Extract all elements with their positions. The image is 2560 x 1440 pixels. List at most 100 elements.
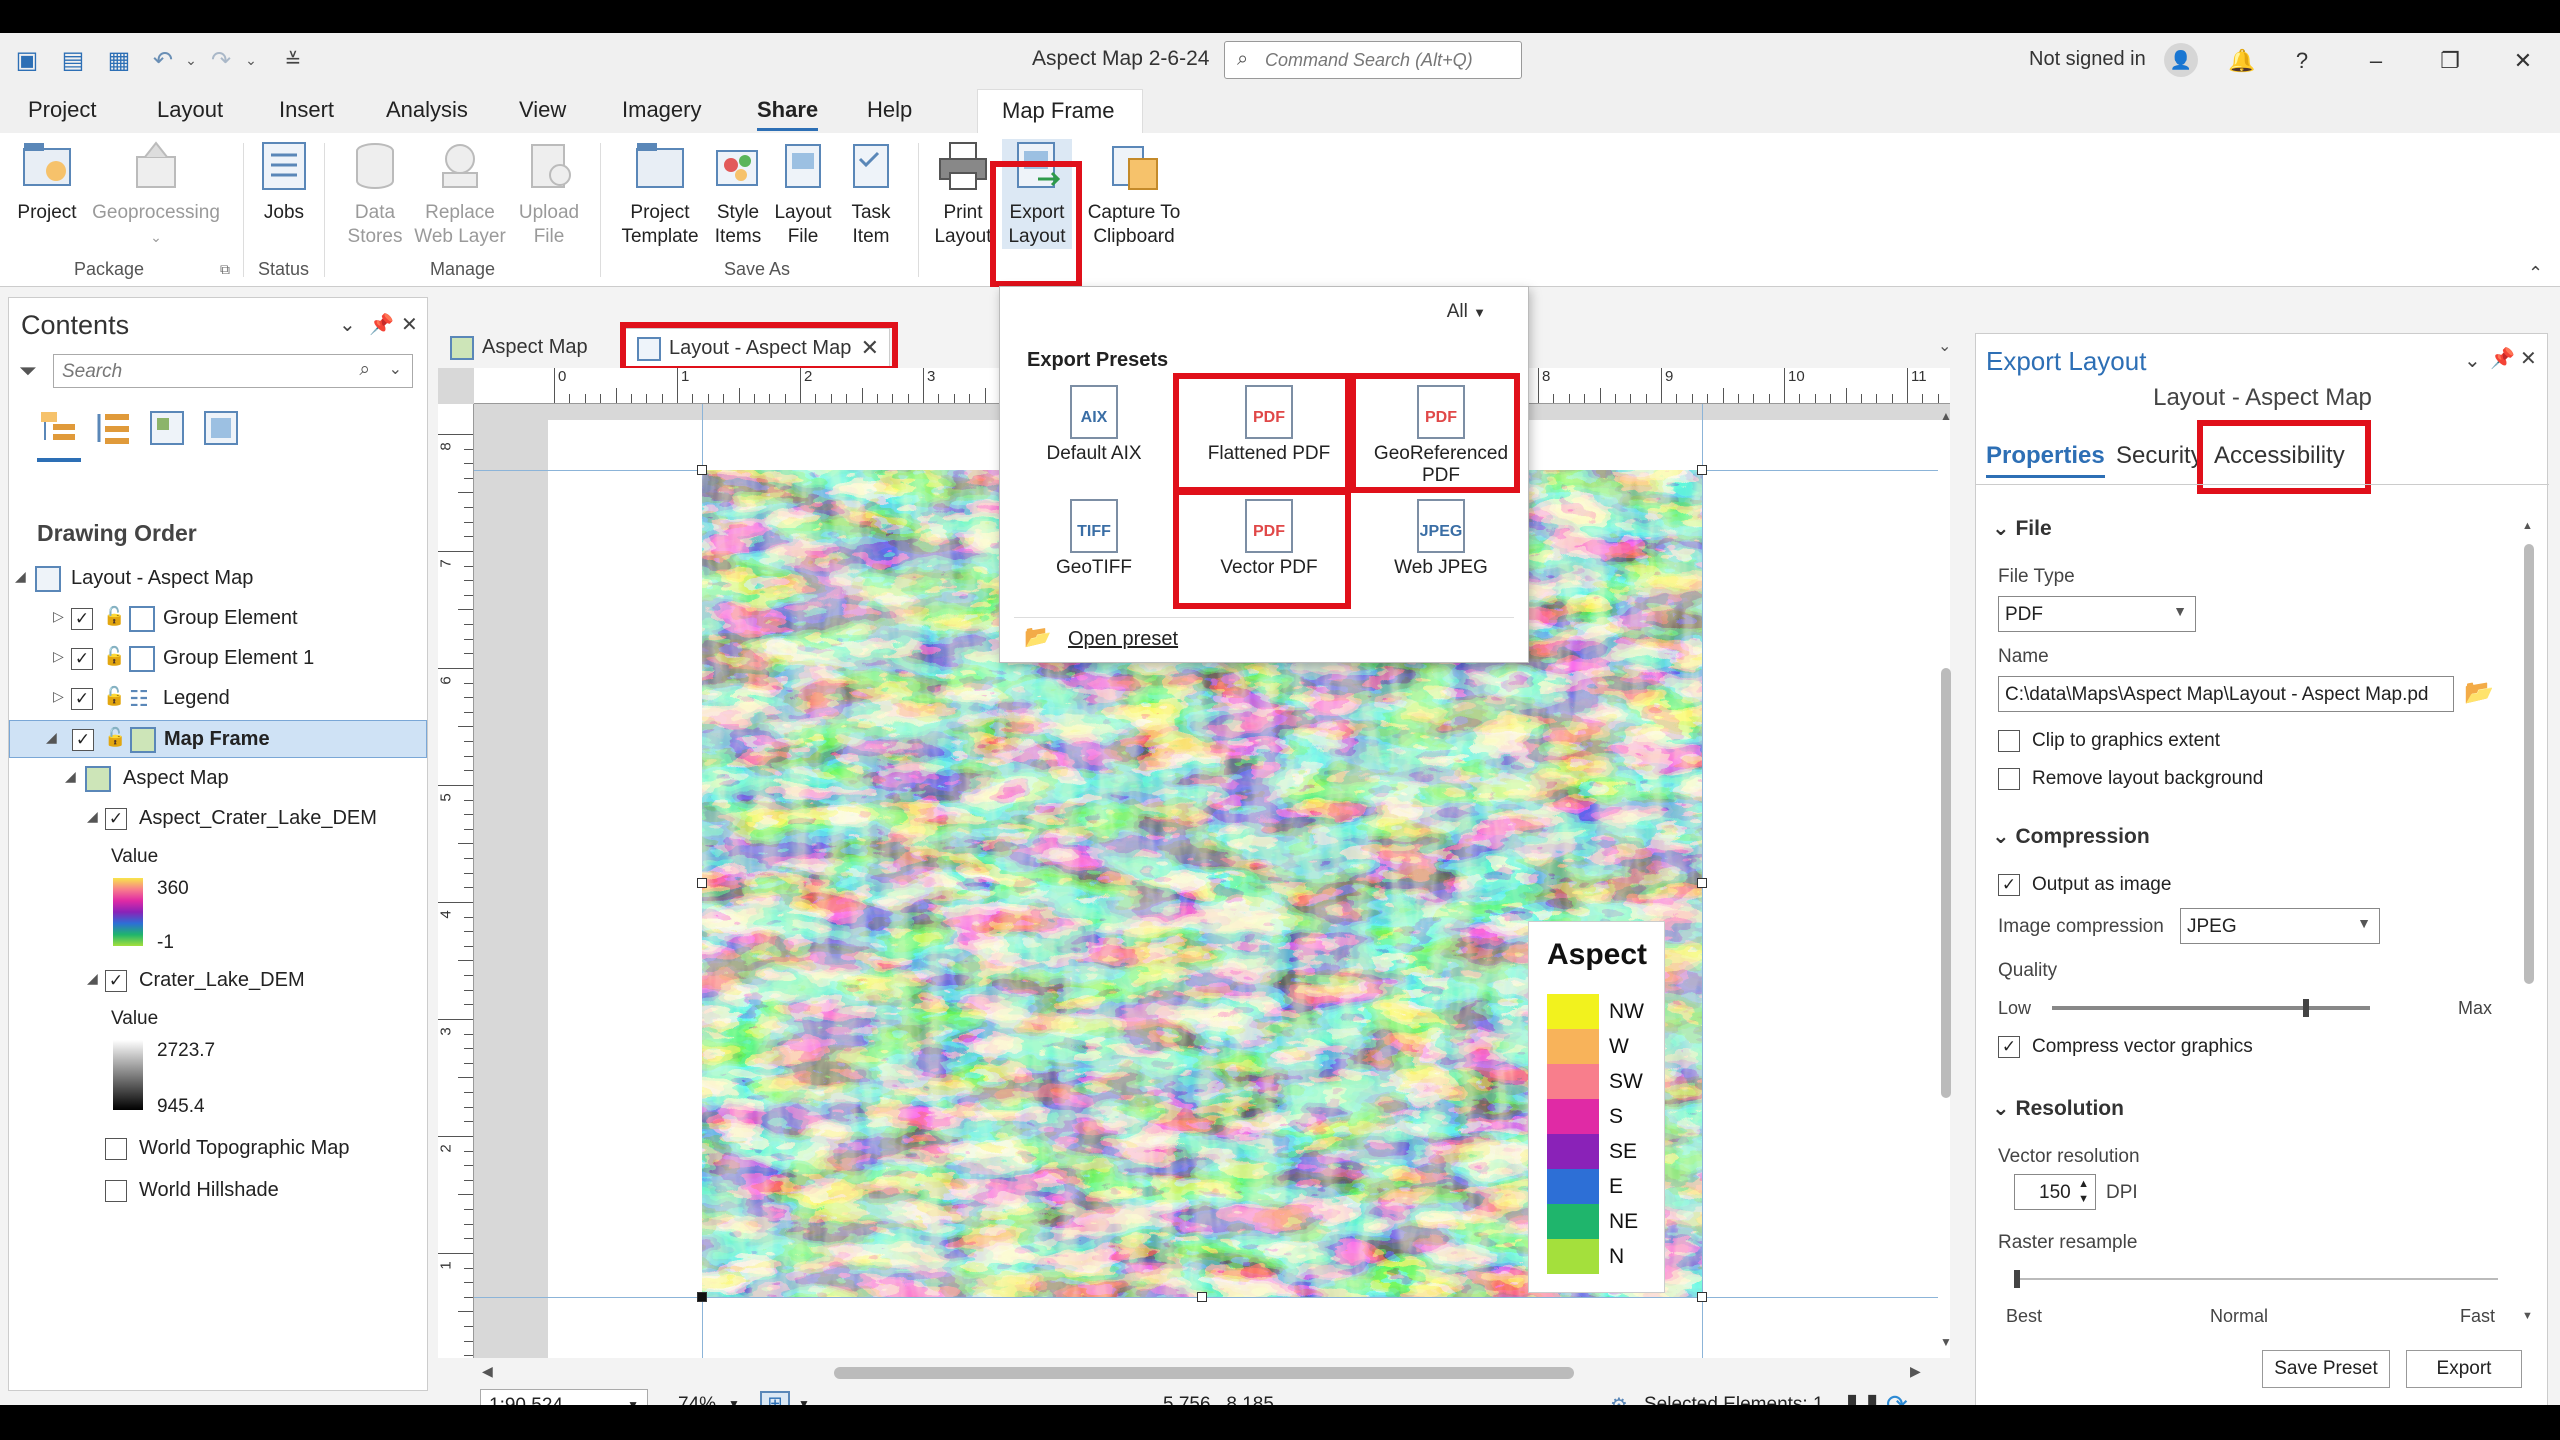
zoom-dropdown-icon[interactable]: ▼ xyxy=(728,1397,740,1405)
tab-security[interactable]: Security xyxy=(2116,442,2203,470)
new-project-icon[interactable]: ▣ xyxy=(12,45,42,75)
upload-file-button[interactable]: Upload File xyxy=(506,139,592,249)
scroll-up-icon[interactable]: ▲ xyxy=(1940,409,1952,423)
resize-handle[interactable] xyxy=(1697,465,1707,475)
pane-options-icon[interactable]: ⌄ xyxy=(339,312,356,337)
preset-default-aix[interactable]: AIX Default AIX xyxy=(1009,385,1179,465)
expand-icon[interactable]: ▷ xyxy=(53,608,64,625)
preset-filter[interactable]: All ▼ xyxy=(1447,301,1486,323)
refresh-icon[interactable]: ⟳ xyxy=(1886,1389,1908,1405)
collapse-icon[interactable]: ◢ xyxy=(15,568,26,585)
collapse-icon[interactable]: ◢ xyxy=(65,768,76,785)
tab-imagery[interactable]: Imagery xyxy=(622,97,701,123)
quality-slider[interactable] xyxy=(2052,1006,2370,1010)
style-items-button[interactable]: Style Items xyxy=(708,139,768,249)
visibility-checkbox[interactable] xyxy=(105,1138,127,1160)
search-options-icon[interactable]: ⌄ xyxy=(389,359,402,379)
redo-dropdown-icon[interactable]: ⌄ xyxy=(236,45,266,75)
visibility-checkbox[interactable]: ✓ xyxy=(71,648,93,670)
task-item-button[interactable]: Task Item xyxy=(840,139,902,249)
undo-dropdown-icon[interactable]: ⌄ xyxy=(176,45,206,75)
redo-icon[interactable]: ↷ xyxy=(206,45,236,75)
tab-overflow-icon[interactable]: ⌄ xyxy=(1938,336,1951,356)
tree-item-aspect-layer[interactable]: ◢ ✓ Aspect_Crater_Lake_DEM xyxy=(9,800,427,838)
visibility-checkbox[interactable]: ✓ xyxy=(105,970,127,992)
list-by-drawing-order-icon[interactable] xyxy=(39,408,79,448)
quality-slider-thumb[interactable] xyxy=(2303,999,2310,1017)
collapse-icon[interactable]: ◢ xyxy=(46,729,57,746)
preset-geotiff[interactable]: TIFF GeoTIFF xyxy=(1009,499,1179,579)
visibility-checkbox[interactable] xyxy=(105,1180,127,1202)
collapse-icon[interactable]: ◢ xyxy=(87,970,98,987)
file-name-input[interactable]: C:\data\Maps\Aspect Map\Layout - Aspect … xyxy=(1998,676,2454,712)
close-pane-icon[interactable]: ✕ xyxy=(2520,346,2537,371)
snapping-dropdown-icon[interactable]: ▼ xyxy=(798,1397,810,1405)
vector-resolution-input[interactable]: 150 ▲ ▼ xyxy=(2014,1174,2096,1210)
geoprocessing-button[interactable]: Geoprocessing ⌄ xyxy=(88,139,224,249)
expand-icon[interactable]: ▷ xyxy=(53,688,64,705)
tree-item-map-frame[interactable]: ◢ ✓ 🔓 Map Frame xyxy=(9,720,427,758)
snapping-icon[interactable]: ⊞ xyxy=(760,1391,790,1405)
lock-icon[interactable]: 🔓 xyxy=(103,646,129,672)
pane-options-icon[interactable]: ⌄ xyxy=(2464,348,2481,373)
lock-icon[interactable]: 🔓 xyxy=(103,686,129,712)
undo-icon[interactable]: ↶ xyxy=(148,45,178,75)
list-by-source-icon[interactable] xyxy=(93,408,133,448)
file-section-header[interactable]: ⌄ File xyxy=(1992,516,2052,541)
contents-search-input[interactable]: Search ⌕ ⌄ xyxy=(53,354,413,388)
scrollbar-thumb[interactable] xyxy=(2524,544,2534,984)
sign-in-status[interactable]: Not signed in xyxy=(2029,48,2146,71)
scroll-left-icon[interactable]: ◀ xyxy=(482,1363,493,1380)
tree-item-world-hillshade[interactable]: World Hillshade xyxy=(9,1172,427,1210)
resolution-section-header[interactable]: ⌄ Resolution xyxy=(1992,1096,2124,1121)
raster-resample-thumb[interactable] xyxy=(2014,1270,2020,1288)
data-stores-button[interactable]: Data Stores xyxy=(332,139,418,249)
map-legend[interactable]: Aspect NW W SW S SE E NE N xyxy=(1528,921,1665,1293)
tab-help[interactable]: Help xyxy=(867,97,912,123)
user-avatar-icon[interactable]: 👤 xyxy=(2164,43,2198,77)
tab-layout[interactable]: Layout xyxy=(157,97,223,123)
close-window-button[interactable]: ✕ xyxy=(2503,41,2543,81)
replace-web-layer-button[interactable]: Replace Web Layer xyxy=(410,139,510,249)
pause-drawing-icon[interactable]: ❚❚ xyxy=(1842,1391,1882,1405)
jobs-button[interactable]: Jobs xyxy=(252,139,316,225)
compression-section-header[interactable]: ⌄ Compression xyxy=(1992,824,2150,849)
collapse-ribbon-icon[interactable]: ⌃ xyxy=(2528,263,2543,284)
tree-item-legend[interactable]: ▷ ✓ 🔓 ☷ Legend xyxy=(9,680,427,718)
tree-item-group-element-1[interactable]: ▷ ✓ 🔓 Group Element 1 xyxy=(9,640,427,678)
tab-share[interactable]: Share xyxy=(757,97,819,131)
resize-handle[interactable] xyxy=(697,1292,707,1302)
image-compression-select[interactable]: JPEG ▼ xyxy=(2180,908,2380,944)
save-preset-button[interactable]: Save Preset xyxy=(2262,1350,2390,1388)
browse-folder-icon[interactable]: 📂 xyxy=(2464,678,2494,707)
visibility-checkbox[interactable]: ✓ xyxy=(71,608,93,630)
open-preset-item[interactable]: 📂 Open preset xyxy=(1014,617,1514,655)
restore-button[interactable]: ❐ xyxy=(2430,41,2470,81)
minimize-button[interactable]: – xyxy=(2356,41,2396,81)
list-by-editing-icon[interactable] xyxy=(201,408,241,448)
resize-handle[interactable] xyxy=(697,878,707,888)
tab-aspect-map-view[interactable]: Aspect Map xyxy=(438,328,610,368)
scroll-right-icon[interactable]: ▶ xyxy=(1910,1363,1921,1380)
scrollbar-thumb[interactable] xyxy=(834,1367,1574,1379)
export-pane-scrollbar[interactable]: ▲ ▼ xyxy=(2522,520,2536,1324)
visibility-checkbox[interactable]: ✓ xyxy=(71,688,93,710)
raster-resample-slider[interactable] xyxy=(2014,1278,2498,1280)
expand-icon[interactable]: ▷ xyxy=(53,648,64,665)
scroll-down-icon[interactable]: ▼ xyxy=(2522,1310,2533,1322)
vertical-scrollbar[interactable]: ▲ ▼ xyxy=(1938,409,1954,1363)
pin-icon[interactable]: 📌 xyxy=(369,312,394,337)
resize-handle[interactable] xyxy=(1697,878,1707,888)
print-layout-button[interactable]: Print Layout xyxy=(928,139,998,249)
pin-icon[interactable]: 📌 xyxy=(2490,346,2515,371)
preset-web-jpeg[interactable]: JPEG Web JPEG xyxy=(1356,499,1526,579)
project-template-button[interactable]: Project Template xyxy=(612,139,708,249)
tab-map-frame[interactable]: Map Frame xyxy=(977,89,1143,133)
customize-toolbar-icon[interactable]: ≚ xyxy=(278,45,308,75)
save-project-icon[interactable]: ▦ xyxy=(104,45,134,75)
export-button[interactable]: Export xyxy=(2406,1350,2522,1388)
tree-item-group-element[interactable]: ▷ ✓ 🔓 Group Element xyxy=(9,600,427,638)
resize-handle[interactable] xyxy=(1697,1292,1707,1302)
list-by-selection-icon[interactable] xyxy=(147,408,187,448)
scrollbar-thumb[interactable] xyxy=(1941,668,1951,1098)
